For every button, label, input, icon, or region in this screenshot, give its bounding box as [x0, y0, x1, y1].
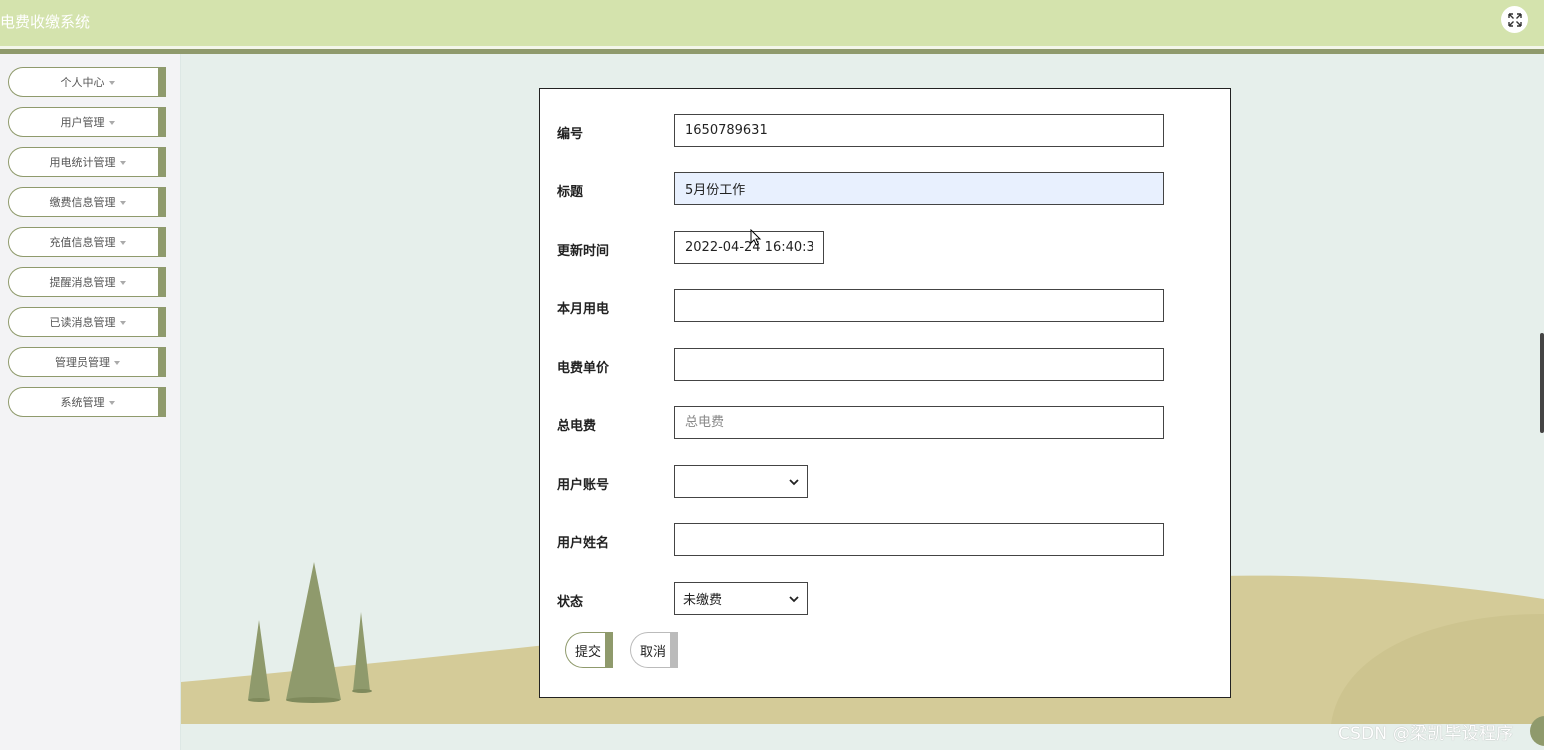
chevron-down-icon: [789, 478, 799, 485]
sidebar-item-label: 个人中心: [60, 76, 105, 89]
mouse-cursor-icon: [750, 229, 762, 246]
caret-down-icon: [119, 241, 126, 245]
watermark: CSDN @梁凯毕设程序: [1338, 724, 1514, 744]
field-label-user-account: 用户账号: [557, 478, 610, 493]
field-label-update-time: 更新时间: [557, 244, 610, 259]
monthly-usage-input[interactable]: [674, 289, 1164, 322]
caret-down-icon: [108, 401, 115, 405]
fullscreen-button[interactable]: [1501, 6, 1528, 33]
sidebar-item-recharge-info[interactable]: 充值信息管理: [8, 227, 166, 257]
edit-form: 编号 标题 更新时间 本月用电 电费单价 总电费 用户账号 用户姓名 状态 未缴…: [539, 88, 1231, 698]
field-label-title: 标题: [557, 185, 584, 200]
sidebar-item-label: 已读消息管理: [49, 316, 116, 329]
sidebar-item-system-management[interactable]: 系统管理: [8, 387, 166, 417]
unit-price-input[interactable]: [674, 348, 1164, 381]
user-account-select[interactable]: [674, 465, 808, 498]
sidebar: 个人中心 用户管理 用电统计管理 缴费信息管理 充值信息管理 提醒消息管理 已读…: [0, 54, 181, 750]
submit-label: 提交: [575, 644, 602, 660]
id-input[interactable]: [674, 114, 1164, 147]
caret-down-icon: [114, 361, 120, 365]
button-accent-bar: [605, 633, 613, 667]
menu-accent-bar: [158, 388, 166, 416]
title-input[interactable]: [674, 172, 1164, 205]
cancel-label: 取消: [640, 644, 667, 660]
menu-accent-bar: [158, 68, 166, 96]
field-label-unit-price: 电费单价: [557, 361, 610, 376]
chevron-down-icon: [789, 595, 799, 602]
status-value: 未缴费: [683, 593, 723, 608]
caret-down-icon: [119, 281, 126, 285]
field-label-id: 编号: [557, 127, 584, 142]
sidebar-item-user-management[interactable]: 用户管理: [8, 107, 166, 137]
sidebar-item-personal-center[interactable]: 个人中心: [8, 67, 166, 97]
sidebar-item-label: 管理员管理: [55, 356, 110, 369]
status-select[interactable]: 未缴费: [674, 582, 808, 615]
field-label-total-fee: 总电费: [557, 419, 597, 434]
caret-down-icon: [108, 81, 115, 85]
field-label-monthly-usage: 本月用电: [557, 302, 610, 317]
caret-down-icon: [119, 201, 126, 205]
menu-accent-bar: [158, 348, 166, 376]
sidebar-item-label: 提醒消息管理: [49, 276, 116, 289]
sidebar-item-admin-management[interactable]: 管理员管理: [8, 347, 166, 377]
menu-accent-bar: [158, 228, 166, 256]
sidebar-item-reminder-messages[interactable]: 提醒消息管理: [8, 267, 166, 297]
field-label-user-name: 用户姓名: [557, 536, 610, 551]
sidebar-item-label: 充值信息管理: [49, 236, 116, 249]
menu-accent-bar: [158, 148, 166, 176]
menu-accent-bar: [158, 108, 166, 136]
caret-down-icon: [119, 161, 126, 165]
cancel-button[interactable]: 取消: [630, 632, 678, 668]
menu-accent-bar: [158, 308, 166, 336]
app-title: 电费收缴系统: [0, 13, 91, 31]
caret-down-icon: [119, 321, 126, 325]
menu-accent-bar: [158, 188, 166, 216]
sidebar-item-label: 用电统计管理: [49, 156, 116, 169]
sidebar-item-label: 用户管理: [60, 116, 105, 129]
button-accent-bar: [670, 633, 678, 667]
fullscreen-icon: [1507, 12, 1522, 27]
field-label-status: 状态: [557, 595, 584, 610]
update-time-input[interactable]: [674, 231, 824, 264]
menu-accent-bar: [158, 268, 166, 296]
caret-down-icon: [108, 121, 115, 125]
sidebar-item-read-messages[interactable]: 已读消息管理: [8, 307, 166, 337]
user-name-input[interactable]: [674, 523, 1164, 556]
sidebar-item-label: 缴费信息管理: [49, 196, 116, 209]
total-fee-input[interactable]: [674, 406, 1164, 439]
sidebar-item-payment-info[interactable]: 缴费信息管理: [8, 187, 166, 217]
submit-button[interactable]: 提交: [565, 632, 613, 668]
sidebar-item-label: 系统管理: [60, 396, 105, 409]
sidebar-item-usage-stats[interactable]: 用电统计管理: [8, 147, 166, 177]
scrollbar[interactable]: [1540, 333, 1544, 433]
top-bar: 电费收缴系统: [0, 0, 1544, 46]
